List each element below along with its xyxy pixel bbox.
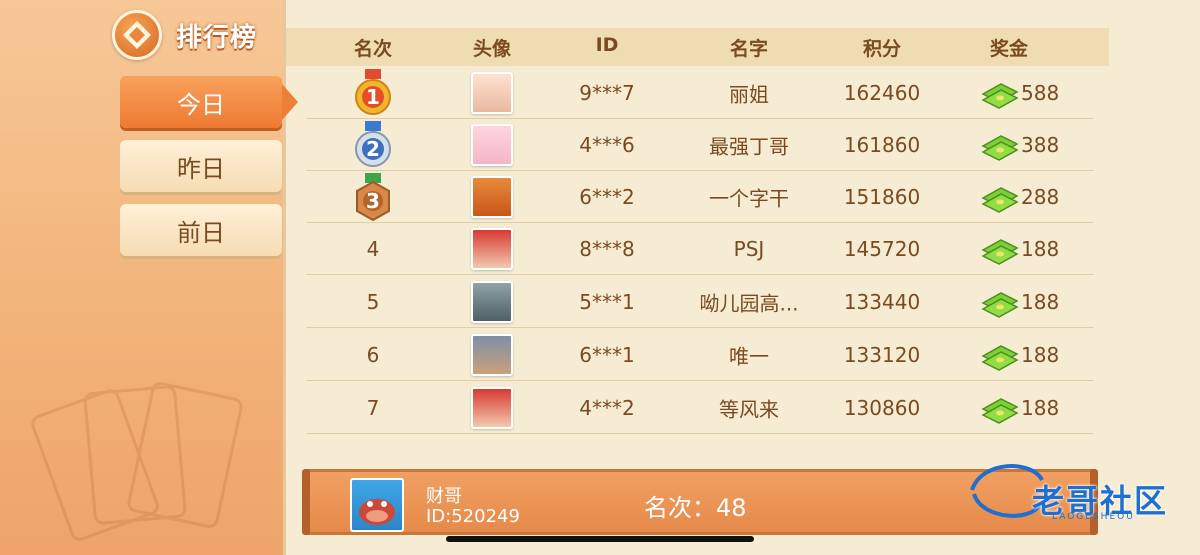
my-rank: 名次：48 — [644, 488, 747, 523]
prize-amount: 188 — [1021, 237, 1060, 261]
table-row: 7 4***2 等风来 130860 188 — [306, 382, 1094, 434]
cash-icon — [981, 398, 1019, 424]
rank-number: 5 — [366, 290, 380, 314]
prize-amount: 288 — [1021, 185, 1060, 209]
player-id: 6***2 — [579, 185, 635, 209]
table-row: 2 4***6 最强丁哥 161860 388 — [306, 119, 1094, 171]
tab-yesterday[interactable]: 昨日 — [120, 140, 282, 192]
player-score: 133440 — [843, 290, 921, 314]
avatar — [471, 334, 513, 376]
column-header-id: ID — [595, 34, 619, 56]
player-id: 6***1 — [579, 343, 635, 367]
column-header-avatar: 头像 — [472, 38, 512, 60]
my-id: ID:520249 — [426, 506, 520, 527]
column-header-prize: 奖金 — [989, 38, 1029, 60]
column-header-rank: 名次 — [353, 38, 393, 60]
home-indicator[interactable] — [446, 536, 754, 542]
player-name: 一个字干 — [709, 186, 789, 211]
rank-number: 2 — [366, 137, 380, 161]
avatar — [471, 281, 513, 323]
player-name: 最强丁哥 — [709, 134, 789, 159]
diamond-icon — [112, 10, 162, 60]
cash-icon — [981, 239, 1019, 265]
avatar — [471, 228, 513, 270]
cash-icon — [981, 135, 1019, 161]
column-header-name: 名字 — [729, 38, 769, 60]
avatar — [471, 124, 513, 166]
player-name: 等风来 — [719, 397, 779, 422]
my-name: 财哥 — [426, 486, 462, 507]
playing-cards-decoration — [31, 382, 243, 541]
column-header-score: 积分 — [862, 38, 902, 60]
player-score: 133120 — [843, 343, 921, 367]
table-row: 4 8***8 PSJ 145720 188 — [306, 223, 1094, 275]
tab-day-before[interactable]: 前日 — [120, 204, 282, 256]
cash-icon — [981, 292, 1019, 318]
rank-number: 6 — [366, 343, 380, 367]
rank-number: 4 — [366, 237, 380, 261]
player-score: 162460 — [843, 81, 921, 105]
avatar — [471, 72, 513, 114]
page-title: 排行榜 — [176, 23, 258, 53]
player-id: 8***8 — [579, 237, 635, 261]
avatar — [471, 176, 513, 218]
player-name: 唯一 — [729, 344, 769, 369]
table-row: 5 5***1 呦儿园高... 133440 188 — [306, 276, 1094, 328]
prize-amount: 188 — [1021, 343, 1060, 367]
cash-icon — [981, 345, 1019, 371]
player-score: 151860 — [843, 185, 921, 209]
player-score: 161860 — [843, 133, 921, 157]
player-name: 丽姐 — [729, 82, 769, 107]
my-avatar — [350, 478, 404, 532]
watermark-subtext: LAOGESHEOU — [1052, 512, 1135, 522]
rank-number: 1 — [366, 85, 380, 109]
rank-number: 3 — [366, 189, 380, 213]
player-score: 130860 — [843, 396, 921, 420]
rank-number: 7 — [366, 396, 380, 420]
tab-today[interactable]: 今日 — [120, 76, 298, 128]
table-header: 名次 头像 ID 名字 积分 奖金 — [286, 28, 1109, 66]
prize-amount: 188 — [1021, 396, 1060, 420]
table-row: 6 6***1 唯一 133120 188 — [306, 329, 1094, 381]
player-id: 9***7 — [579, 81, 635, 105]
cash-icon — [981, 83, 1019, 109]
player-id: 4***6 — [579, 133, 635, 157]
table-row: 1 9***7 丽姐 162460 588 — [306, 67, 1094, 119]
avatar — [471, 387, 513, 429]
player-id: 5***1 — [579, 290, 635, 314]
my-rank-value: 48 — [716, 494, 747, 522]
player-name: PSJ — [733, 237, 765, 261]
table-row: 3 6***2 一个字干 151860 288 — [306, 171, 1094, 223]
player-score: 145720 — [843, 237, 921, 261]
prize-amount: 188 — [1021, 290, 1060, 314]
prize-amount: 588 — [1021, 81, 1060, 105]
cash-icon — [981, 187, 1019, 213]
player-name: 呦儿园高... — [699, 291, 799, 316]
prize-amount: 388 — [1021, 133, 1060, 157]
player-id: 4***2 — [579, 396, 635, 420]
my-rank-label: 名次： — [644, 494, 716, 522]
